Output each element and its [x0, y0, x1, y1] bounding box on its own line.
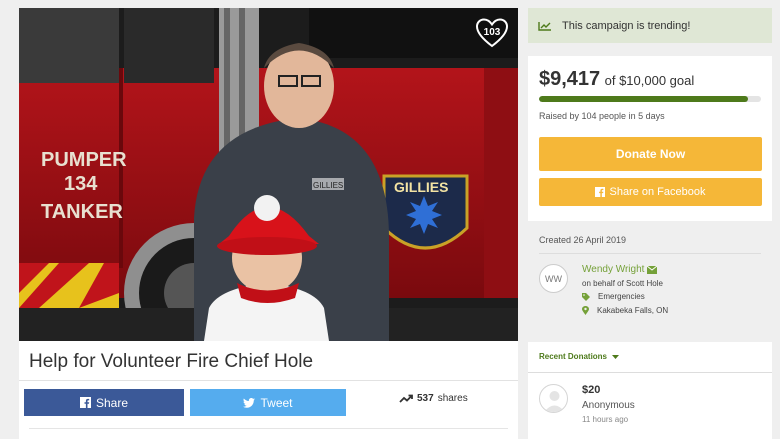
organizer-name-link[interactable]: Wendy Wright — [582, 264, 658, 275]
user-icon — [544, 391, 565, 412]
organizer-divider — [539, 253, 761, 254]
jacket-text: GILLIES — [313, 181, 343, 190]
map-pin-icon — [582, 306, 589, 315]
truck-label-pumper: PUMPER — [41, 149, 127, 171]
goal-text: of $10,000 goal — [604, 73, 695, 88]
raised-summary: $9,417 of $10,000 goal — [539, 68, 694, 91]
donate-now-button[interactable]: Donate Now — [539, 137, 762, 171]
donation-card: $9,417 of $10,000 goal Raised by 104 peo… — [528, 56, 772, 221]
organizer-avatar: WW — [539, 264, 568, 293]
trending-up-icon — [399, 394, 413, 403]
category-label: Emergencies — [598, 292, 645, 301]
progress-bar — [539, 96, 761, 102]
created-date: Created 26 April 2019 — [539, 235, 627, 245]
recent-donations-toggle[interactable]: Recent Donations — [539, 352, 620, 361]
recent-donations: Recent Donations $20 Anonymous 11 hours … — [528, 342, 772, 439]
share-row: Share Tweet 537 shares — [19, 381, 518, 439]
recent-donations-label: Recent Donations — [539, 352, 608, 361]
truck-badge-text: GILLIES — [394, 179, 448, 195]
organizer-name: Wendy Wright — [582, 264, 645, 275]
campaign-title: Help for Volunteer Fire Chief Hole — [29, 351, 314, 372]
envelope-icon[interactable] — [647, 265, 658, 274]
share-on-facebook-button[interactable]: Share on Facebook — [539, 178, 762, 206]
trending-text: This campaign is trending! — [562, 19, 691, 32]
progress-fill — [539, 96, 749, 102]
shares-number: 537 — [417, 393, 434, 404]
trending-banner: This campaign is trending! — [528, 8, 772, 43]
twitter-icon — [243, 397, 256, 408]
organizer-category[interactable]: Emergencies — [582, 292, 645, 301]
truck-label-tanker: TANKER — [41, 201, 123, 223]
tweet-button[interactable]: Tweet — [190, 389, 346, 416]
raised-by-text: Raised by 104 people in 5 days — [539, 111, 665, 121]
heart-count: 103 — [483, 27, 501, 38]
share-divider — [29, 428, 508, 429]
facebook-share-button[interactable]: Share — [24, 389, 184, 416]
truck-label-number: 134 — [64, 173, 98, 195]
donation-amount: $20 — [582, 384, 601, 396]
heart-button[interactable]: 103 — [476, 18, 508, 48]
donation-time: 11 hours ago — [582, 415, 629, 424]
tweet-label: Tweet — [260, 395, 293, 410]
facebook-icon — [595, 187, 606, 197]
organizer-behalf: on behalf of Scott Hole — [582, 279, 663, 288]
campaign-photo: PUMPER 134 TANKER GILLIES GILLIES 103 — [19, 8, 518, 341]
donations-divider — [528, 372, 772, 373]
location-label: Kakabeka Falls, ON — [597, 306, 669, 315]
organizer-location: Kakabeka Falls, ON — [582, 306, 668, 315]
title-bar: Help for Volunteer Fire Chief Hole — [19, 341, 518, 381]
organizer-section: Created 26 April 2019 WW Wendy Wright on… — [528, 226, 772, 332]
raised-amount: $9,417 — [539, 68, 601, 90]
facebook-share-label: Share — [95, 395, 129, 410]
caret-down-icon — [612, 354, 620, 359]
fire-truck-scene: PUMPER 134 TANKER GILLIES GILLIES — [19, 8, 518, 341]
donor-name: Anonymous — [582, 400, 635, 411]
shares-count: 537 shares — [399, 393, 468, 404]
donor-avatar — [539, 384, 568, 413]
shares-label: shares — [437, 393, 468, 404]
share-on-facebook-label: Share on Facebook — [609, 186, 706, 198]
facebook-icon — [79, 397, 91, 408]
tag-icon — [582, 292, 590, 301]
trending-icon — [538, 21, 551, 31]
